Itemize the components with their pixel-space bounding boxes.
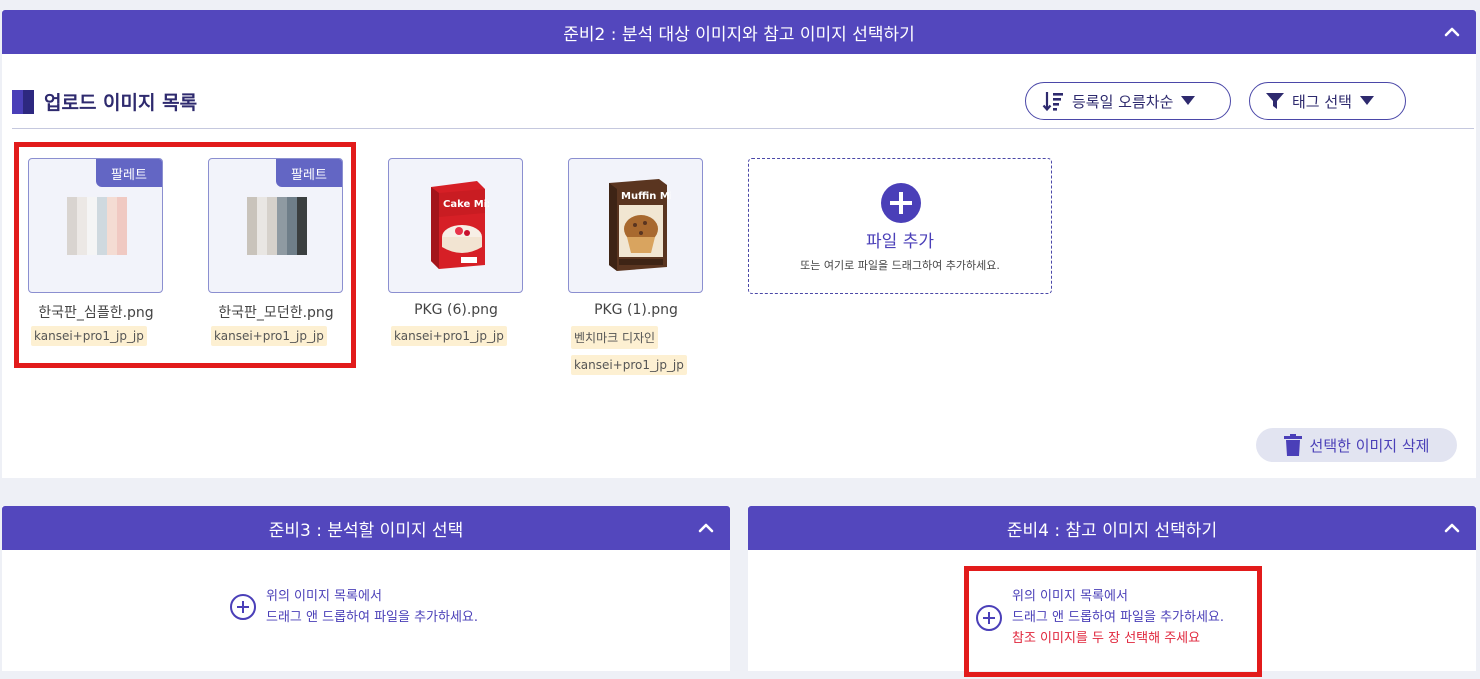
chevron-up-icon[interactable] (1442, 22, 1462, 42)
drop-target[interactable]: 위의 이미지 목록에서 드래그 앤 드롭하여 파일을 추가하세요. 참조 이미지… (976, 586, 1224, 649)
color-swatch (267, 197, 277, 255)
prep4-panel: 준비4 : 참고 이미지 선택하기 위의 이미지 목록에서 드래그 앤 드롭하여… (748, 506, 1476, 677)
box-label: Cake Mix (443, 199, 489, 210)
sort-dropdown[interactable]: 등록일 오름차순 (1025, 82, 1231, 120)
tag-filter-label: 태그 선택 (1292, 92, 1352, 111)
divider (12, 128, 1474, 129)
filter-icon (1266, 93, 1284, 109)
color-palette (67, 197, 127, 255)
image-filename: 한국판_모던한.png (218, 305, 334, 321)
section-title: 업로드 이미지 목록 (12, 88, 197, 115)
trash-icon (1283, 434, 1302, 456)
color-swatch (117, 197, 127, 255)
prep4-header[interactable]: 준비4 : 참고 이미지 선택하기 (748, 506, 1476, 550)
muffin-mix-box-image: Muffin Mix (609, 179, 671, 271)
sort-label: 등록일 오름차순 (1072, 92, 1174, 111)
box-label: Muffin Mix (621, 191, 671, 202)
chevron-up-icon[interactable] (1442, 518, 1462, 538)
tag-filter-dropdown[interactable]: 태그 선택 (1249, 82, 1406, 120)
image-thumbnail[interactable]: Cake Mix (388, 158, 523, 293)
color-swatch (287, 197, 297, 255)
image-tag: kansei+pro1_jp_jp (571, 355, 687, 375)
color-swatch (247, 197, 257, 255)
prep3-panel: 준비3 : 분석할 이미지 선택 위의 이미지 목록에서 드래그 앤 드롭하여 … (2, 506, 730, 671)
color-swatch (257, 197, 267, 255)
palette-badge: 팔레트 (276, 159, 342, 187)
palette-badge: 팔레트 (96, 159, 162, 187)
image-thumbnail[interactable]: 팔레트 (208, 158, 343, 293)
image-tag: 벤치마크 디자인 (571, 326, 659, 349)
image-tag: kansei+pro1_jp_jp (391, 326, 507, 346)
section-marker-icon (12, 89, 34, 114)
hint-line: 위의 이미지 목록에서 (1012, 589, 1128, 604)
caret-down-icon (1359, 96, 1374, 105)
add-file-icon[interactable] (881, 183, 921, 223)
prep2-title: 준비2 : 분석 대상 이미지와 참고 이미지 선택하기 (563, 24, 915, 45)
caret-down-icon (1181, 96, 1196, 105)
color-swatch (87, 197, 97, 255)
image-filename: 한국판_심플한.png (38, 305, 154, 321)
color-swatch (67, 197, 77, 255)
hint-line: 드래그 앤 드롭하여 파일을 추가하세요. (266, 610, 479, 625)
image-filename: PKG (1).png (594, 302, 678, 318)
delete-selected-button[interactable]: 선택한 이미지 삭제 (1256, 428, 1457, 462)
prep4-title: 준비4 : 참고 이미지 선택하기 (1006, 520, 1218, 541)
color-swatch (297, 197, 307, 255)
prep3-header[interactable]: 준비3 : 분석할 이미지 선택 (2, 506, 730, 550)
color-swatch (277, 197, 287, 255)
image-filename: PKG (6).png (414, 302, 498, 318)
image-tag: kansei+pro1_jp_jp (31, 326, 147, 346)
image-thumbnail[interactable]: Muffin Mix (568, 158, 703, 293)
prep2-header[interactable]: 준비2 : 분석 대상 이미지와 참고 이미지 선택하기 (2, 10, 1476, 54)
image-tag: kansei+pro1_jp_jp (211, 326, 327, 346)
warning-text: 참조 이미지를 두 장 선택해 주세요 (1012, 631, 1201, 646)
drop-target[interactable]: 위의 이미지 목록에서 드래그 앤 드롭하여 파일을 추가하세요. (230, 586, 478, 628)
hint-line: 위의 이미지 목록에서 (266, 589, 382, 604)
color-swatch (97, 197, 107, 255)
add-file-label: 파일 추가 (866, 232, 934, 252)
prep3-title: 준비3 : 분석할 이미지 선택 (268, 520, 464, 541)
hint-line: 드래그 앤 드롭하여 파일을 추가하세요. (1012, 610, 1225, 625)
sort-descending-icon (1042, 92, 1063, 112)
color-swatch (107, 197, 117, 255)
section-title-text: 업로드 이미지 목록 (44, 92, 198, 114)
color-swatch (77, 197, 87, 255)
color-palette (247, 197, 307, 255)
prep2-panel: 준비2 : 분석 대상 이미지와 참고 이미지 선택하기 업로드 이미지 목록 … (2, 10, 1476, 478)
delete-label: 선택한 이미지 삭제 (1309, 436, 1430, 455)
dropzone-hint: 또는 여기로 파일을 드래그하여 추가하세요. (800, 259, 1000, 272)
plus-circle-icon (230, 594, 256, 620)
file-dropzone[interactable]: 파일 추가 또는 여기로 파일을 드래그하여 추가하세요. (748, 158, 1052, 294)
cake-mix-box-image: Cake Mix (431, 181, 489, 269)
plus-circle-icon (976, 604, 1002, 631)
image-thumbnail[interactable]: 팔레트 (28, 158, 163, 293)
chevron-up-icon[interactable] (696, 518, 716, 538)
